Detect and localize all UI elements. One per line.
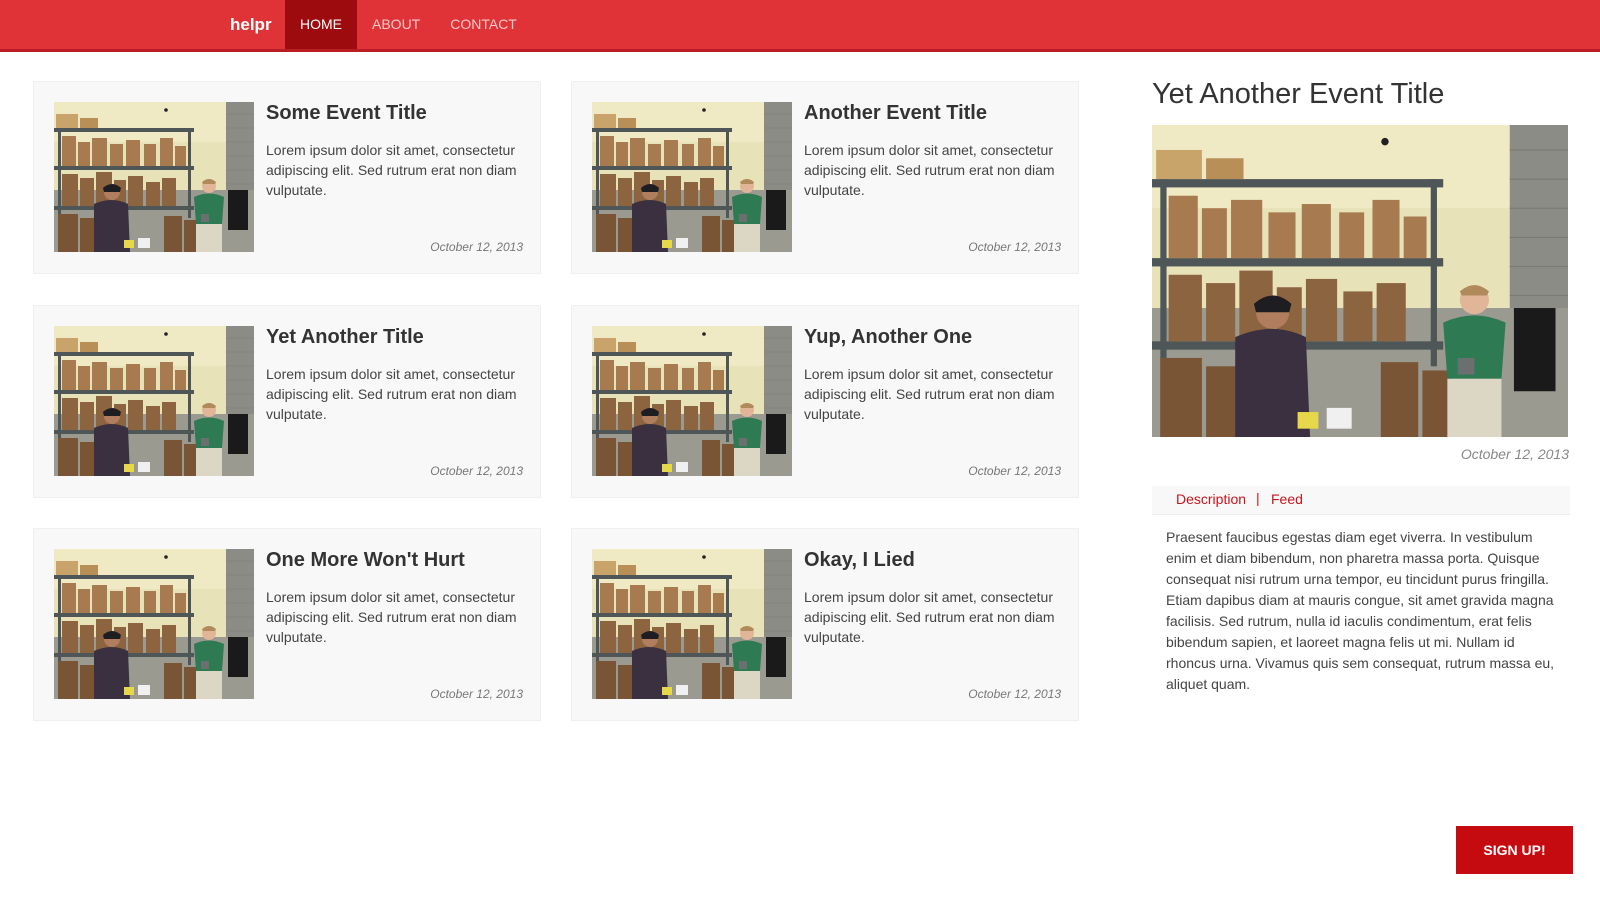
event-photo[interactable] [592, 326, 792, 476]
detail-description: Praesent faucibus egestas diam eget vive… [1166, 529, 1555, 692]
brand-logo[interactable]: helpr [230, 0, 272, 49]
main-nav: HOME ABOUT CONTACT [285, 0, 532, 49]
event-title[interactable]: Another Event Title [804, 102, 987, 125]
event-summary: Lorem ipsum dolor sit amet, consectetur … [804, 366, 1055, 422]
event-card[interactable]: Yet Another Title Lorem ipsum dolor sit … [33, 305, 541, 498]
event-date: October 12, 2013 [968, 464, 1061, 478]
event-summary: Lorem ipsum dolor sit amet, consectetur … [804, 589, 1055, 645]
event-date: October 12, 2013 [430, 240, 523, 254]
event-title[interactable]: Some Event Title [266, 102, 427, 125]
top-navbar: helpr HOME ABOUT CONTACT [0, 0, 1600, 52]
nav-item-about[interactable]: ABOUT [357, 0, 435, 49]
event-photo[interactable] [592, 102, 792, 252]
event-card[interactable]: Some Event Title Lorem ipsum dolor sit a… [33, 81, 541, 274]
event-summary: Lorem ipsum dolor sit amet, consectetur … [266, 142, 517, 198]
event-title[interactable]: Yet Another Title [266, 326, 424, 349]
event-date: October 12, 2013 [968, 687, 1061, 701]
event-photo[interactable] [54, 326, 254, 476]
sign-up-button[interactable]: SIGN UP! [1456, 826, 1573, 874]
event-card[interactable]: Yup, Another One Lorem ipsum dolor sit a… [571, 305, 1079, 498]
event-summary: Lorem ipsum dolor sit amet, consectetur … [266, 589, 517, 645]
event-title[interactable]: One More Won't Hurt [266, 549, 465, 572]
tab-separator: | [1256, 490, 1260, 506]
event-photo[interactable] [54, 549, 254, 699]
event-photo[interactable] [54, 102, 254, 252]
event-card[interactable]: Okay, I Lied Lorem ipsum dolor sit amet,… [571, 528, 1079, 721]
event-summary: Lorem ipsum dolor sit amet, consectetur … [804, 142, 1055, 198]
event-card[interactable]: Another Event Title Lorem ipsum dolor si… [571, 81, 1079, 274]
tab-description[interactable]: Description [1176, 491, 1246, 507]
event-title[interactable]: Okay, I Lied [804, 549, 915, 572]
tab-feed[interactable]: Feed [1271, 491, 1303, 507]
event-date: October 12, 2013 [968, 240, 1061, 254]
detail-title: Yet Another Event Title [1152, 78, 1445, 110]
detail-date: October 12, 2013 [1460, 446, 1569, 462]
event-summary: Lorem ipsum dolor sit amet, consectetur … [266, 366, 517, 422]
event-card[interactable]: One More Won't Hurt Lorem ipsum dolor si… [33, 528, 541, 721]
nav-item-home[interactable]: HOME [285, 0, 357, 49]
detail-tabs: Description | Feed [1152, 486, 1570, 515]
event-date: October 12, 2013 [430, 687, 523, 701]
detail-photo [1152, 125, 1568, 437]
event-title[interactable]: Yup, Another One [804, 326, 972, 349]
event-photo[interactable] [592, 549, 792, 699]
event-date: October 12, 2013 [430, 464, 523, 478]
nav-item-contact[interactable]: CONTACT [435, 0, 532, 49]
